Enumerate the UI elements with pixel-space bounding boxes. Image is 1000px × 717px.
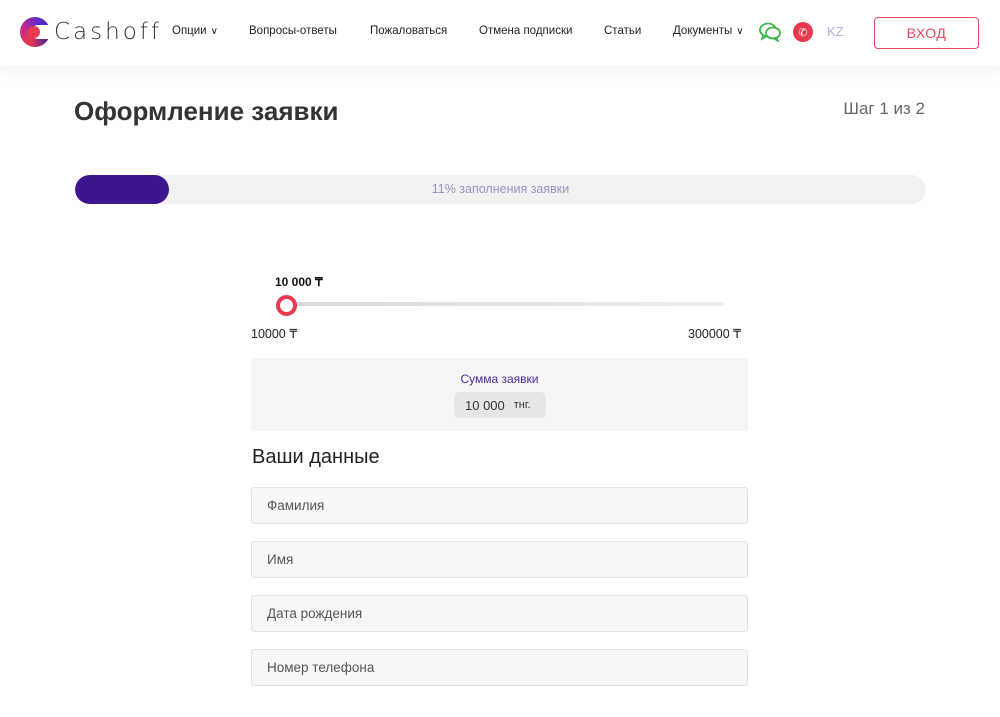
page-title: Оформление заявки [74,96,339,126]
logo[interactable]: Cashoff [20,17,162,47]
slider-max-label: 300000 ₸ [688,327,742,341]
section-title-your-data: Ваши данные [252,446,380,468]
nav-item-faq[interactable]: Вопросы-ответы [249,25,337,37]
login-button[interactable]: ВХОД [874,17,979,49]
site-header: Cashoff Опции ∨ Вопросы-ответы Пожаловать… [0,0,1000,66]
nav-item-complain[interactable]: Пожаловаться [370,25,447,37]
birth-date-field[interactable]: Дата рождения [251,595,748,632]
step-indicator: Шаг 1 из 2 [843,99,925,118]
nav-item-options[interactable]: Опции ∨ [172,25,218,37]
chat-icon[interactable] [759,22,781,42]
surname-field[interactable]: Фамилия [251,487,748,524]
progress-bar: 11% заполнения заявки [75,175,926,204]
amount-slider-handle[interactable] [276,295,297,316]
sum-label: Сумма заявки [460,372,539,386]
first-name-field[interactable]: Имя [251,541,748,578]
logo-text: Cashoff [54,19,162,45]
chevron-down-icon: ∨ [210,26,218,37]
nav-item-label: Опции [172,25,207,37]
nav-item-articles[interactable]: Статьи [604,25,641,37]
progress-label: 11% заполнения заявки [431,182,570,196]
language-switch-kz[interactable]: KZ [827,24,844,39]
sum-value: 10 000 [465,397,505,413]
nav-item-label: Документы [673,25,733,37]
nav-item-unsubscribe[interactable]: Отмена подписки [479,25,572,37]
logo-icon [20,17,50,47]
nav-item-label: Статьи [604,25,642,37]
currency-label: тнг. [513,399,531,411]
nav-item-label: Пожаловаться [370,25,448,37]
chevron-down-icon: ∨ [736,26,744,37]
nav-item-documents[interactable]: Документы ∨ [673,25,744,37]
nav-item-label: Отмена подписки [479,25,573,37]
slider-current-value: 10 000 ₸ [275,275,323,289]
sum-panel: Сумма заявки 10 000 тнг. [251,358,748,431]
phone-number-field[interactable]: Номер телефона [251,649,748,686]
slider-min-label: 10000 ₸ [251,327,298,341]
phone-icon[interactable]: ✆ [793,22,813,42]
amount-slider-track[interactable] [286,302,724,306]
sum-input[interactable]: 10 000 тнг. [454,392,546,418]
nav-item-label: Вопросы-ответы [249,25,337,37]
